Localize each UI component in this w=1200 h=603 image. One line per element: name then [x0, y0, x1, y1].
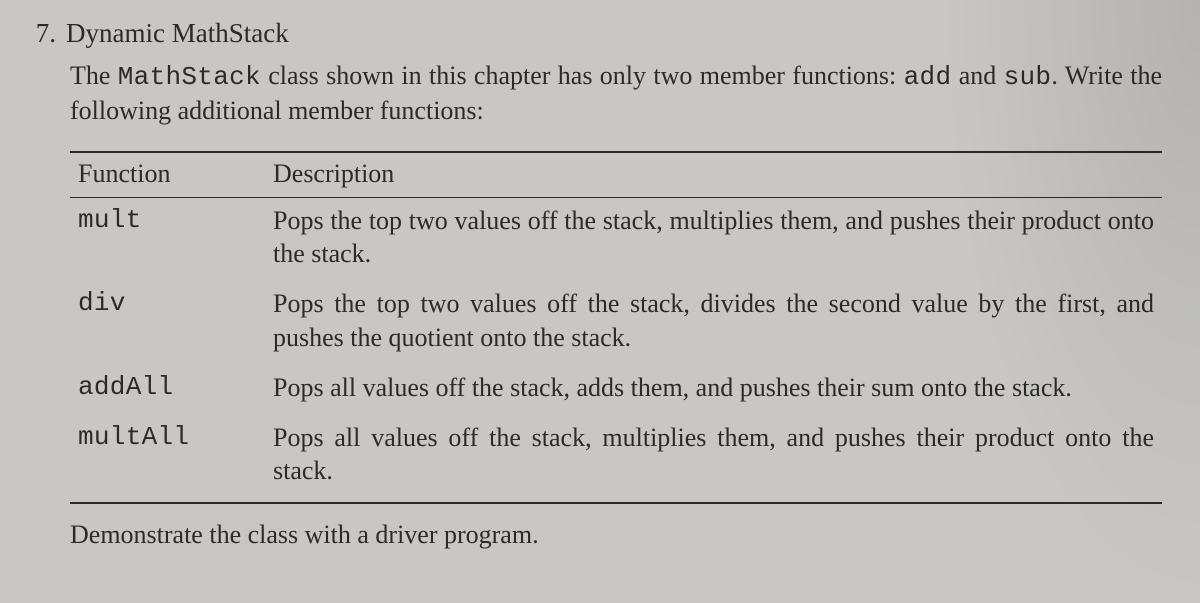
table-row: addAll Pops all values off the stack, ad… [70, 365, 1162, 415]
table-row: mult Pops the top two values off the sta… [70, 197, 1162, 281]
fn-name: mult [70, 197, 265, 281]
col-function: Function [70, 152, 265, 198]
intro-text: The [70, 61, 118, 90]
intro-text: class shown in this chapter has only two… [261, 61, 904, 90]
question-heading: 7. Dynamic MathStack [24, 18, 1162, 49]
intro-code-sub: sub [1004, 62, 1052, 92]
closing-paragraph: Demonstrate the class with a driver prog… [70, 520, 1162, 550]
intro-paragraph: The MathStack class shown in this chapte… [70, 59, 1162, 129]
col-description: Description [265, 152, 1162, 198]
functions-table: Function Description mult Pops the top t… [70, 151, 1162, 505]
fn-name: addAll [70, 365, 265, 415]
fn-desc: Pops all values off the stack, adds them… [265, 365, 1162, 415]
table-row: div Pops the top two values off the stac… [70, 281, 1162, 365]
table-header-row: Function Description [70, 152, 1162, 198]
intro-code-mathstack: MathStack [118, 62, 261, 92]
question-number: 7. [24, 18, 56, 49]
intro-text: and [951, 61, 1003, 90]
fn-desc: Pops the top two values off the stack, m… [265, 197, 1162, 281]
table-row: multAll Pops all values off the stack, m… [70, 415, 1162, 504]
fn-name: multAll [70, 415, 265, 504]
question-title: Dynamic MathStack [66, 18, 289, 49]
intro-code-add: add [904, 62, 952, 92]
fn-name: div [70, 281, 265, 365]
fn-desc: Pops all values off the stack, multiplie… [265, 415, 1162, 504]
fn-desc: Pops the top two values off the stack, d… [265, 281, 1162, 365]
